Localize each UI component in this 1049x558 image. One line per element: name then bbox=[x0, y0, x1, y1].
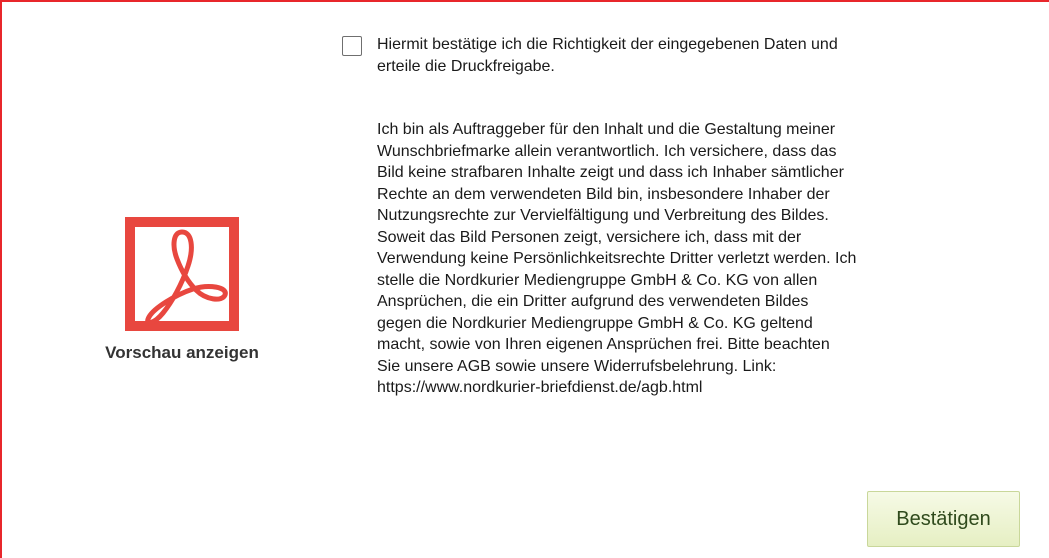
print-approval-label-line-1: Hiermit bestätige ich die Richtigkeit de… bbox=[377, 36, 838, 53]
legal-notice-line: Rechte an dem verwendeten Bild bin, insb… bbox=[377, 185, 830, 203]
print-approval-checkbox[interactable] bbox=[342, 36, 362, 56]
confirm-button[interactable]: Bestätigen bbox=[867, 491, 1020, 547]
print-approval-label[interactable]: Hiermit bestätige ich die Richtigkeit de… bbox=[377, 34, 1042, 78]
preview-link[interactable]: Vorschau anzeigen bbox=[62, 217, 302, 363]
legal-notice-line: Wunschbriefmarke allein verantwortlich. … bbox=[377, 142, 837, 160]
legal-notice-line: Sie unsere AGB sowie unsere Widerrufsbel… bbox=[377, 357, 777, 375]
pdf-icon[interactable] bbox=[125, 217, 239, 331]
legal-notice-line: Nutzungsrechte zur Vervielfältigung und … bbox=[377, 207, 829, 224]
legal-notice-line: Ansprüchen, die ein Dritter aufgrund des… bbox=[377, 293, 809, 310]
confirmation-panel: Vorschau anzeigen Hiermit bestätige ich … bbox=[0, 0, 1049, 558]
legal-notice-line: stelle die Nordkurier Mediengruppe GmbH … bbox=[377, 271, 818, 289]
legal-notice-link[interactable]: https://www.nordkurier-briefdienst.de/ag… bbox=[377, 377, 1049, 399]
legal-notice-line: Bild keine strafbaren Inhalte zeigt und … bbox=[377, 164, 844, 181]
print-approval-label-line-2: erteile die Druckfreigabe. bbox=[377, 58, 555, 75]
legal-notice: Ich bin als Auftraggeber für den Inhalt … bbox=[377, 119, 1049, 399]
legal-notice-line: Soweit das Bild Personen zeigt, versiche… bbox=[377, 228, 802, 246]
legal-notice-line: gegen die Nordkurier Mediengruppe GmbH &… bbox=[377, 314, 813, 332]
legal-notice-line: Verwendung keine Persönlichkeitsrechte D… bbox=[377, 250, 857, 267]
legal-notice-line: Ich bin als Auftraggeber für den Inhalt … bbox=[377, 121, 836, 138]
legal-notice-line: macht, sowie von Ihren eigenen Ansprüche… bbox=[377, 336, 830, 353]
preview-label[interactable]: Vorschau anzeigen bbox=[62, 343, 302, 363]
